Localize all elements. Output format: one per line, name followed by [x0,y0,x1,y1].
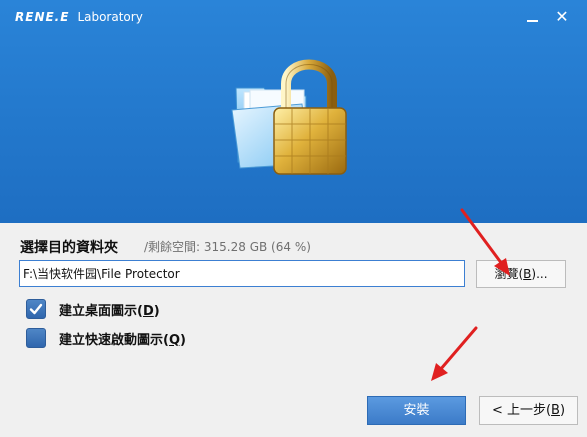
quick-launch-label-post: ) [180,332,186,348]
browse-button[interactable]: 瀏覽(B)... [476,260,566,288]
close-button[interactable]: ✕ [551,6,573,28]
desktop-shortcut-hotkey: D [142,303,154,319]
back-label-pre: < 上一步( [491,403,552,418]
brand-title: RENE.E Laboratory [15,10,143,24]
install-path-input[interactable] [19,260,465,287]
close-icon: ✕ [555,7,569,26]
desktop-shortcut-option[interactable]: 建立桌面圖示(D) [26,298,160,320]
desktop-shortcut-label: 建立桌面圖示(D) [59,300,160,319]
back-label-post: ) [559,403,566,418]
minimize-icon [527,20,538,22]
browse-label-post: )... [531,267,548,281]
back-hotkey: B [551,403,560,418]
folder-padlock-icon [231,59,347,175]
quick-launch-hotkey: Q [168,332,181,348]
destination-folder-label: 選擇目的資料夾 [20,240,118,256]
quick-launch-shortcut-option[interactable]: 建立快速啟動圖示(Q) [26,327,186,349]
quick-launch-label: 建立快速啟動圖示(Q) [59,329,186,348]
install-button[interactable]: 安裝 [367,396,466,425]
back-button[interactable]: < 上一步(B) [479,396,578,425]
quick-launch-checkbox[interactable] [26,328,46,348]
quick-launch-label-pre: 建立快速啟動圖示( [59,332,169,348]
brand-subtitle: Laboratory [77,10,143,24]
header-banner: RENE.E Laboratory ✕ [0,0,587,223]
brand-logo-text: RENE.E [15,10,70,24]
installer-window: RENE.E Laboratory ✕ 選擇目的資料夾 /剩餘空間: 315.2… [0,0,587,437]
arrow-to-install-icon [431,326,478,381]
desktop-shortcut-checkbox[interactable] [26,299,46,319]
browse-label-pre: 瀏覽( [494,267,524,281]
desktop-shortcut-label-pre: 建立桌面圖示( [59,303,143,319]
minimize-button[interactable] [521,6,543,28]
free-space-info: /剩餘空間: 315.28 GB (64 %) [144,240,311,254]
desktop-shortcut-label-post: ) [153,303,160,319]
checkmark-icon [29,303,43,315]
